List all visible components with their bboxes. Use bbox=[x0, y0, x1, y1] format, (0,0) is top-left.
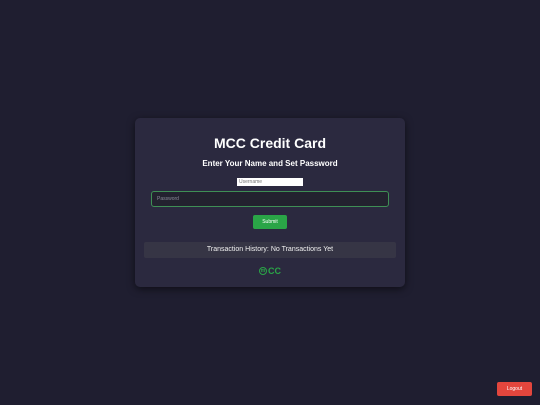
login-card: MCC Credit Card Enter Your Name and Set … bbox=[135, 118, 405, 287]
transaction-history: Transaction History: No Transactions Yet bbox=[144, 242, 396, 258]
circled-m-icon: m bbox=[259, 267, 267, 275]
password-input[interactable] bbox=[151, 191, 389, 207]
submit-button[interactable]: Submit bbox=[253, 215, 287, 229]
username-input[interactable] bbox=[237, 178, 303, 186]
page-title: MCC Credit Card bbox=[213, 135, 326, 151]
logo-text: CC bbox=[268, 266, 281, 276]
logout-button[interactable]: Logout bbox=[497, 382, 532, 396]
mcc-logo: m CC bbox=[257, 266, 283, 276]
form-subtitle: Enter Your Name and Set Password bbox=[202, 159, 338, 168]
